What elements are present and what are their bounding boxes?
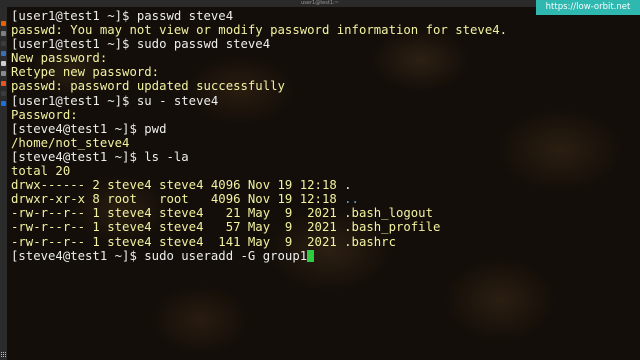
shell-prompt: [steve4@test1 ~]$ pwd — [11, 121, 167, 136]
terminal-output-line: drwxr-xr-x 8 root root 4096 Nov 19 12:18… — [11, 192, 640, 206]
output-text: -rw-r--r-- 1 steve4 steve4 141 May 9 202… — [11, 234, 396, 249]
terminal-output-line: -rw-r--r-- 1 steve4 steve4 57 May 9 2021… — [11, 220, 640, 234]
text-editor-icon[interactable] — [1, 61, 6, 66]
terminal-output-line: passwd: password updated successfully — [11, 79, 640, 93]
terminal-command-line: [steve4@test1 ~]$ ls -la — [11, 150, 640, 164]
terminal-output[interactable]: [user1@test1 ~]$ passwd steve4 passwd: Yo… — [11, 9, 640, 360]
show-applications-icon[interactable] — [1, 352, 6, 357]
dock — [0, 7, 7, 360]
output-text: New password: — [11, 51, 108, 66]
terminal-output-line: -rw-r--r-- 1 steve4 steve4 141 May 9 202… — [11, 235, 640, 249]
terminal-command-line: [user1@test1 ~]$ sudo passwd steve4 — [11, 37, 640, 51]
terminal-output-line: Retype new password: — [11, 65, 640, 79]
text-cursor — [307, 249, 315, 262]
terminal-command-line: [user1@test1 ~]$ su - steve4 — [11, 94, 640, 108]
terminal-icon[interactable] — [1, 41, 6, 46]
output-text: /home/not_steve4 — [11, 135, 130, 150]
output-text: -rw-r--r-- 1 steve4 steve4 57 May 9 2021… — [11, 220, 441, 235]
settings-icon[interactable] — [1, 71, 6, 76]
browser-icon[interactable] — [1, 21, 6, 26]
directory-name: .. — [344, 192, 359, 207]
output-text: drwxr-xr-x 8 root root 4096 Nov 19 12:18 — [11, 192, 345, 207]
shell-prompt: [steve4@test1 ~]$ ls -la — [11, 149, 189, 164]
output-text: total 20 — [11, 164, 71, 179]
terminal-command-line: [steve4@test1 ~]$ pwd — [11, 122, 640, 136]
shell-prompt: [user1@test1 ~]$ passwd steve4 — [11, 9, 234, 23]
terminal-output-line: /home/not_steve4 — [11, 136, 640, 150]
terminal-output-line: New password: — [11, 51, 640, 65]
shell-prompt: [user1@test1 ~]$ su - steve4 — [11, 93, 219, 108]
output-text: Retype new password: — [11, 65, 160, 80]
terminal-output-line: -rw-r--r-- 1 steve4 steve4 21 May 9 2021… — [11, 206, 640, 220]
output-text: passwd: password updated successfully — [11, 79, 285, 94]
files-icon[interactable] — [1, 31, 6, 36]
output-text: -rw-r--r-- 1 steve4 steve4 21 May 9 2021… — [11, 206, 433, 221]
terminal-output-line: drwx------ 2 steve4 steve4 4096 Nov 19 1… — [11, 178, 640, 192]
output-text: Password: — [11, 107, 78, 122]
watermark: https://low-orbit.net — [536, 0, 640, 15]
shell-prompt: [user1@test1 ~]$ sudo passwd steve4 — [11, 37, 271, 52]
output-text: drwx------ 2 steve4 steve4 4096 Nov 19 1… — [11, 178, 345, 193]
help-icon[interactable] — [1, 101, 6, 106]
software-icon[interactable] — [1, 81, 6, 86]
terminal-command-line: [steve4@test1 ~]$ sudo useradd -G group1 — [11, 249, 640, 263]
terminal-output-line: Password: — [11, 108, 640, 122]
directory-name: . — [344, 178, 352, 193]
shell-prompt: [steve4@test1 ~]$ sudo useradd -G group1 — [11, 248, 308, 263]
mail-icon[interactable] — [1, 51, 6, 56]
terminal-output-line: total 20 — [11, 164, 640, 178]
output-text: passwd: You may not view or modify passw… — [11, 23, 508, 38]
terminal-output-line: passwd: You may not view or modify passw… — [11, 23, 640, 37]
terminal-icon[interactable] — [1, 91, 6, 96]
